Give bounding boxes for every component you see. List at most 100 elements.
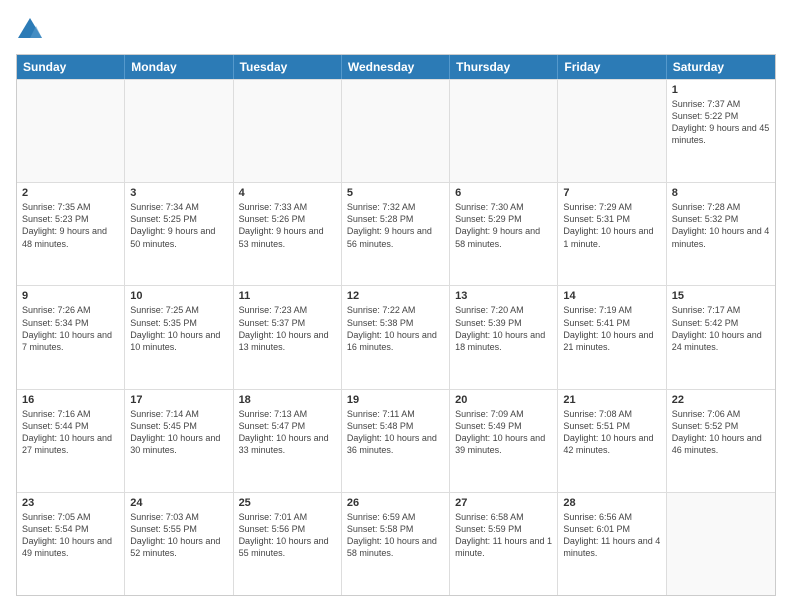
logo <box>16 16 48 44</box>
day-cell-27: 27 Sunrise: 6:58 AM Sunset: 5:59 PM Dayli… <box>450 493 558 595</box>
day-info: Sunrise: 7:33 AM Sunset: 5:26 PM Dayligh… <box>239 201 336 250</box>
day-number: 19 <box>347 394 444 406</box>
day-number: 27 <box>455 497 552 509</box>
week-row-0: 1 Sunrise: 7:37 AM Sunset: 5:22 PM Daylig… <box>17 79 775 182</box>
day-number: 12 <box>347 290 444 302</box>
day-cell-5: 5 Sunrise: 7:32 AM Sunset: 5:28 PM Daylig… <box>342 183 450 285</box>
day-number: 17 <box>130 394 227 406</box>
day-cell-19: 19 Sunrise: 7:11 AM Sunset: 5:48 PM Dayli… <box>342 390 450 492</box>
day-number: 20 <box>455 394 552 406</box>
day-number: 11 <box>239 290 336 302</box>
day-info: Sunrise: 7:29 AM Sunset: 5:31 PM Dayligh… <box>563 201 660 250</box>
week-row-4: 23 Sunrise: 7:05 AM Sunset: 5:54 PM Dayli… <box>17 492 775 595</box>
day-number: 24 <box>130 497 227 509</box>
day-info: Sunrise: 7:14 AM Sunset: 5:45 PM Dayligh… <box>130 408 227 457</box>
day-header-monday: Monday <box>125 55 233 79</box>
day-header-sunday: Sunday <box>17 55 125 79</box>
day-number: 23 <box>22 497 119 509</box>
day-info: Sunrise: 7:06 AM Sunset: 5:52 PM Dayligh… <box>672 408 770 457</box>
day-info: Sunrise: 7:13 AM Sunset: 5:47 PM Dayligh… <box>239 408 336 457</box>
day-info: Sunrise: 7:17 AM Sunset: 5:42 PM Dayligh… <box>672 304 770 353</box>
day-number: 15 <box>672 290 770 302</box>
day-info: Sunrise: 7:03 AM Sunset: 5:55 PM Dayligh… <box>130 511 227 560</box>
day-number: 3 <box>130 187 227 199</box>
day-cell-12: 12 Sunrise: 7:22 AM Sunset: 5:38 PM Dayli… <box>342 286 450 388</box>
day-number: 18 <box>239 394 336 406</box>
day-info: Sunrise: 7:25 AM Sunset: 5:35 PM Dayligh… <box>130 304 227 353</box>
day-number: 22 <box>672 394 770 406</box>
day-info: Sunrise: 7:11 AM Sunset: 5:48 PM Dayligh… <box>347 408 444 457</box>
day-info: Sunrise: 6:59 AM Sunset: 5:58 PM Dayligh… <box>347 511 444 560</box>
day-info: Sunrise: 7:37 AM Sunset: 5:22 PM Dayligh… <box>672 98 770 147</box>
week-row-2: 9 Sunrise: 7:26 AM Sunset: 5:34 PM Daylig… <box>17 285 775 388</box>
day-info: Sunrise: 6:58 AM Sunset: 5:59 PM Dayligh… <box>455 511 552 560</box>
day-cell-11: 11 Sunrise: 7:23 AM Sunset: 5:37 PM Dayli… <box>234 286 342 388</box>
day-number: 13 <box>455 290 552 302</box>
day-cell-empty <box>667 493 775 595</box>
day-info: Sunrise: 7:32 AM Sunset: 5:28 PM Dayligh… <box>347 201 444 250</box>
day-cell-8: 8 Sunrise: 7:28 AM Sunset: 5:32 PM Daylig… <box>667 183 775 285</box>
day-info: Sunrise: 7:23 AM Sunset: 5:37 PM Dayligh… <box>239 304 336 353</box>
day-cell-empty <box>234 80 342 182</box>
day-cell-26: 26 Sunrise: 6:59 AM Sunset: 5:58 PM Dayli… <box>342 493 450 595</box>
day-number: 8 <box>672 187 770 199</box>
day-number: 7 <box>563 187 660 199</box>
day-info: Sunrise: 7:09 AM Sunset: 5:49 PM Dayligh… <box>455 408 552 457</box>
day-info: Sunrise: 7:05 AM Sunset: 5:54 PM Dayligh… <box>22 511 119 560</box>
day-number: 5 <box>347 187 444 199</box>
day-header-thursday: Thursday <box>450 55 558 79</box>
day-cell-16: 16 Sunrise: 7:16 AM Sunset: 5:44 PM Dayli… <box>17 390 125 492</box>
day-header-tuesday: Tuesday <box>234 55 342 79</box>
day-cell-23: 23 Sunrise: 7:05 AM Sunset: 5:54 PM Dayli… <box>17 493 125 595</box>
day-info: Sunrise: 7:34 AM Sunset: 5:25 PM Dayligh… <box>130 201 227 250</box>
day-info: Sunrise: 7:26 AM Sunset: 5:34 PM Dayligh… <box>22 304 119 353</box>
day-cell-18: 18 Sunrise: 7:13 AM Sunset: 5:47 PM Dayli… <box>234 390 342 492</box>
day-cell-4: 4 Sunrise: 7:33 AM Sunset: 5:26 PM Daylig… <box>234 183 342 285</box>
day-number: 14 <box>563 290 660 302</box>
day-info: Sunrise: 7:20 AM Sunset: 5:39 PM Dayligh… <box>455 304 552 353</box>
day-number: 28 <box>563 497 660 509</box>
day-cell-9: 9 Sunrise: 7:26 AM Sunset: 5:34 PM Daylig… <box>17 286 125 388</box>
day-cell-empty <box>17 80 125 182</box>
day-header-friday: Friday <box>558 55 666 79</box>
day-cell-3: 3 Sunrise: 7:34 AM Sunset: 5:25 PM Daylig… <box>125 183 233 285</box>
header <box>16 16 776 44</box>
day-number: 25 <box>239 497 336 509</box>
day-number: 6 <box>455 187 552 199</box>
day-info: Sunrise: 7:30 AM Sunset: 5:29 PM Dayligh… <box>455 201 552 250</box>
day-cell-20: 20 Sunrise: 7:09 AM Sunset: 5:49 PM Dayli… <box>450 390 558 492</box>
day-number: 9 <box>22 290 119 302</box>
day-number: 26 <box>347 497 444 509</box>
day-cell-empty <box>450 80 558 182</box>
day-number: 1 <box>672 84 770 96</box>
day-cell-10: 10 Sunrise: 7:25 AM Sunset: 5:35 PM Dayli… <box>125 286 233 388</box>
day-cell-21: 21 Sunrise: 7:08 AM Sunset: 5:51 PM Dayli… <box>558 390 666 492</box>
day-cell-22: 22 Sunrise: 7:06 AM Sunset: 5:52 PM Dayli… <box>667 390 775 492</box>
day-cell-17: 17 Sunrise: 7:14 AM Sunset: 5:45 PM Dayli… <box>125 390 233 492</box>
day-cell-2: 2 Sunrise: 7:35 AM Sunset: 5:23 PM Daylig… <box>17 183 125 285</box>
day-info: Sunrise: 7:16 AM Sunset: 5:44 PM Dayligh… <box>22 408 119 457</box>
day-info: Sunrise: 7:35 AM Sunset: 5:23 PM Dayligh… <box>22 201 119 250</box>
day-info: Sunrise: 7:19 AM Sunset: 5:41 PM Dayligh… <box>563 304 660 353</box>
day-info: Sunrise: 7:28 AM Sunset: 5:32 PM Dayligh… <box>672 201 770 250</box>
day-cell-empty <box>558 80 666 182</box>
week-row-3: 16 Sunrise: 7:16 AM Sunset: 5:44 PM Dayli… <box>17 389 775 492</box>
day-number: 21 <box>563 394 660 406</box>
day-header-wednesday: Wednesday <box>342 55 450 79</box>
week-row-1: 2 Sunrise: 7:35 AM Sunset: 5:23 PM Daylig… <box>17 182 775 285</box>
day-cell-24: 24 Sunrise: 7:03 AM Sunset: 5:55 PM Dayli… <box>125 493 233 595</box>
day-number: 10 <box>130 290 227 302</box>
day-cell-28: 28Sunrise: 6:56 AM Sunset: 6:01 PM Dayli… <box>558 493 666 595</box>
day-number: 16 <box>22 394 119 406</box>
day-cell-13: 13 Sunrise: 7:20 AM Sunset: 5:39 PM Dayli… <box>450 286 558 388</box>
day-info: Sunrise: 7:22 AM Sunset: 5:38 PM Dayligh… <box>347 304 444 353</box>
day-info: Sunrise: 7:01 AM Sunset: 5:56 PM Dayligh… <box>239 511 336 560</box>
day-number: 4 <box>239 187 336 199</box>
day-cell-15: 15 Sunrise: 7:17 AM Sunset: 5:42 PM Dayli… <box>667 286 775 388</box>
day-info: Sunrise: 7:08 AM Sunset: 5:51 PM Dayligh… <box>563 408 660 457</box>
calendar-body: 1 Sunrise: 7:37 AM Sunset: 5:22 PM Daylig… <box>17 79 775 595</box>
logo-icon <box>16 16 44 44</box>
day-number: 2 <box>22 187 119 199</box>
day-cell-25: 25 Sunrise: 7:01 AM Sunset: 5:56 PM Dayli… <box>234 493 342 595</box>
day-cell-empty <box>342 80 450 182</box>
